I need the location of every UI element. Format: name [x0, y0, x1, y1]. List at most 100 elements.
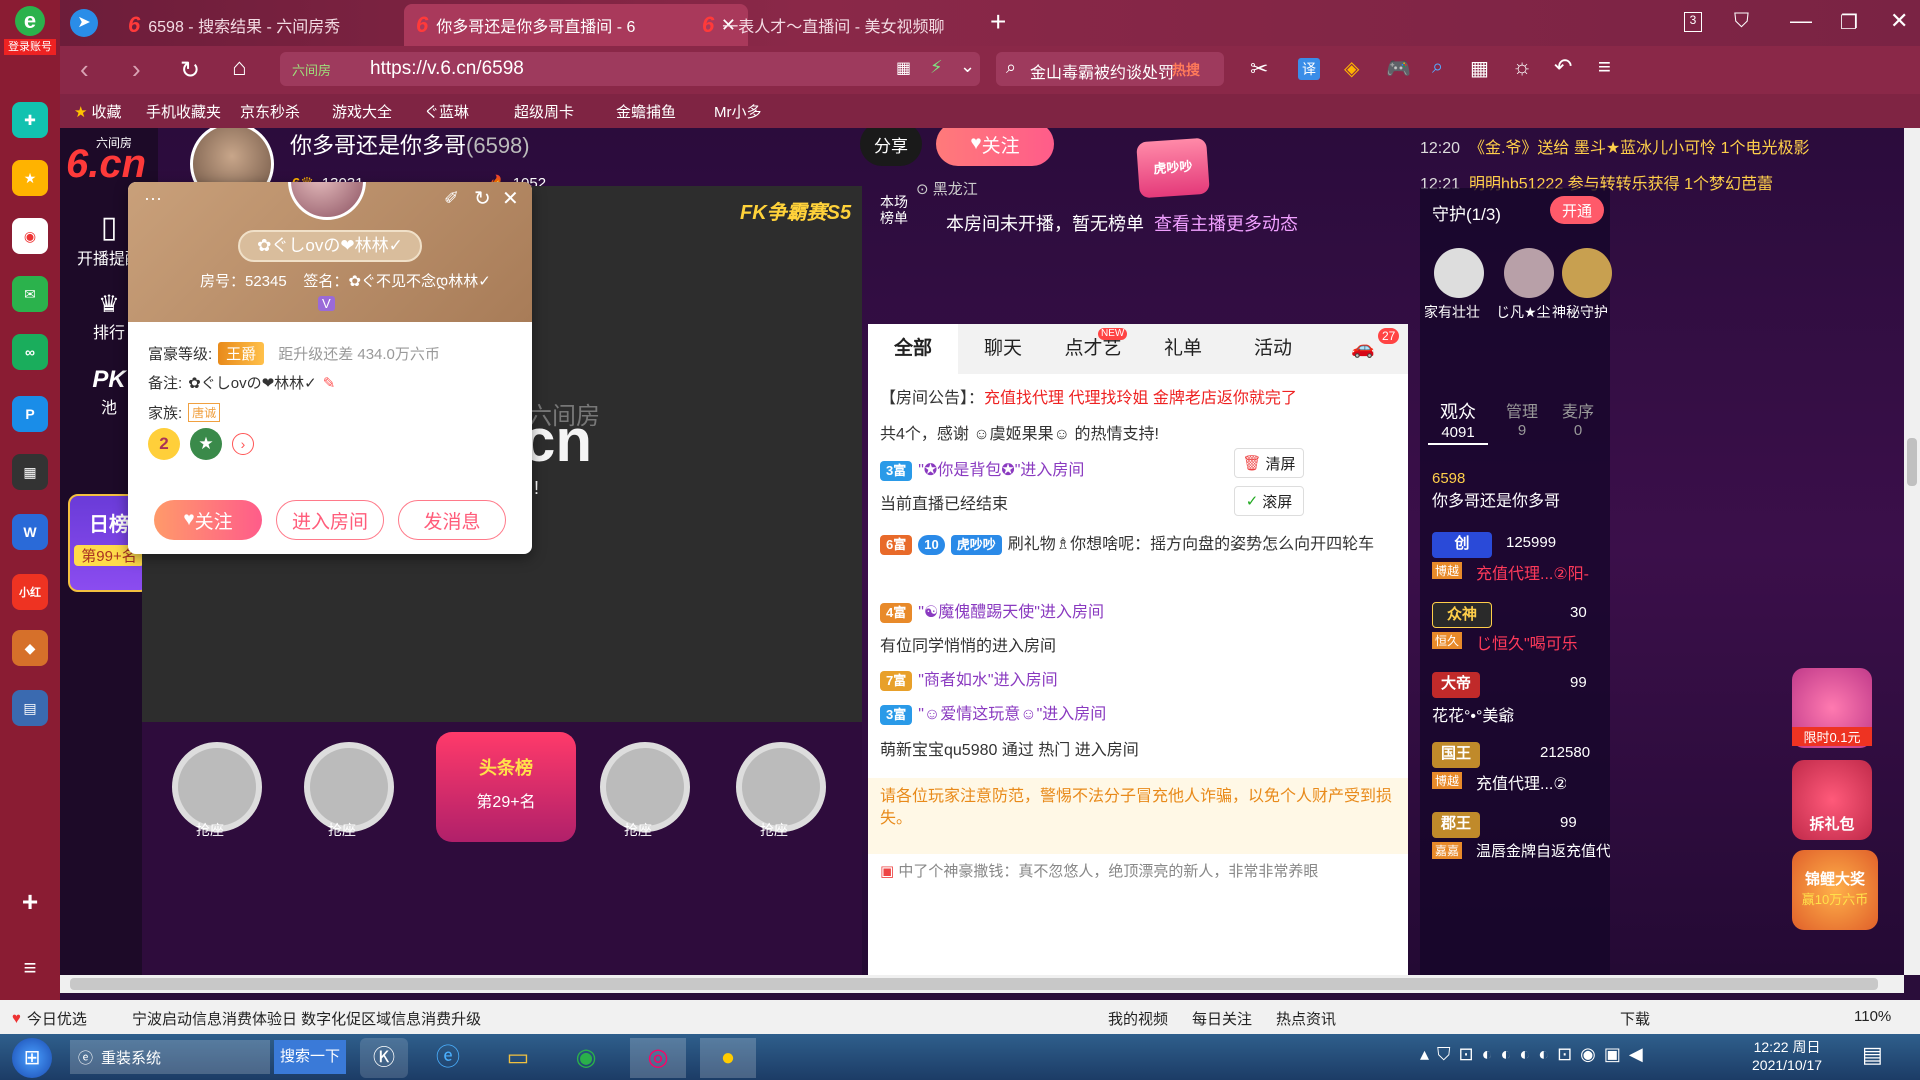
browser-menu-icon[interactable]: ≡: [1598, 54, 1611, 80]
search-input[interactable]: 金山毒霸被约谈处罚: [1030, 59, 1174, 83]
seat-3[interactable]: 抢座: [600, 742, 690, 838]
start-button[interactable]: ⊞: [12, 1038, 52, 1078]
system-tray-icons[interactable]: ▴⛉⊡◐◐◐◐⊡◉▣◀: [1420, 1044, 1651, 1065]
magic-wand-icon[interactable]: ✐: [444, 188, 459, 209]
family-badge[interactable]: 唐诚: [188, 403, 221, 422]
undo-icon[interactable]: ↶: [1554, 54, 1572, 80]
daily-follow-link[interactable]: 每日关注: [1192, 1008, 1252, 1029]
daily-pick[interactable]: ♥ 今日优选: [12, 1008, 87, 1029]
p-app-icon[interactable]: P: [12, 396, 48, 432]
translate-icon[interactable]: 译: [1298, 58, 1320, 80]
bookmark-fishing[interactable]: 金蟾捕鱼: [616, 101, 676, 122]
clock[interactable]: 12:22 周日 2021/10/17: [1752, 1038, 1822, 1074]
scroll-thumb[interactable]: [70, 978, 1878, 990]
url-field[interactable]: 六间房 https://v.6.cn/6598 ▦ ⚡ ⌄: [280, 52, 980, 86]
reload-icon[interactable]: ↻: [180, 56, 200, 85]
magnify-icon[interactable]: ⌕: [1432, 56, 1443, 79]
horizontal-scrollbar[interactable]: [60, 975, 1904, 993]
chick-app-icon[interactable]: ●: [700, 1038, 756, 1078]
cloud-app-icon[interactable]: ∞: [12, 334, 48, 370]
grid-icon[interactable]: ▦: [896, 58, 911, 78]
xiaohongshu-icon[interactable]: 小红: [12, 574, 48, 610]
streamer-badge[interactable]: 虎吵吵: [1136, 137, 1210, 199]
star-app-icon[interactable]: ★: [12, 160, 48, 196]
audience-item[interactable]: 6598 你多哥还是你多哥: [1432, 470, 1560, 511]
promo-koi[interactable]: 锦鲤大奖 赢10万六币: [1792, 850, 1878, 930]
zoom-level[interactable]: 110%: [1854, 1008, 1891, 1025]
chevron-right-icon[interactable]: ›: [232, 433, 254, 455]
promo-limited[interactable]: 限时0.1元: [1792, 668, 1872, 748]
taskbar-app[interactable]: ⓔ 重装系统: [70, 1040, 270, 1074]
bookmark-mobile[interactable]: 手机收藏夹: [146, 101, 221, 122]
tab-mic-queue[interactable]: 麦序 0: [1548, 398, 1608, 439]
guard-avatar-3[interactable]: [1562, 248, 1612, 298]
tab-admins[interactable]: 管理 9: [1492, 398, 1552, 439]
clear-screen-button[interactable]: 🗑 清屏: [1234, 448, 1304, 478]
send-icon[interactable]: ➤: [70, 9, 98, 37]
tab-chat[interactable]: 聊天: [958, 324, 1048, 374]
url-text[interactable]: https://v.6.cn/6598: [370, 58, 524, 80]
mail-icon[interactable]: ✉: [12, 276, 48, 312]
edit-icon[interactable]: ✎: [323, 374, 336, 392]
news-ticker[interactable]: 宁波启动信息消费体验日 数字化促区域信息消费升级: [132, 1008, 481, 1029]
bookmark-weekcard[interactable]: 超级周卡: [514, 101, 574, 122]
tab-other[interactable]: 6 一表人才～直播间 - 美女视频聊: [690, 4, 1020, 46]
browser-taskbar-icon[interactable]: ◉: [562, 1038, 610, 1078]
apps-icon[interactable]: ▦: [1470, 56, 1489, 81]
seat-1[interactable]: 抢座: [172, 742, 262, 838]
follow-button[interactable]: ♥ 关注: [936, 128, 1054, 166]
vertical-scrollbar[interactable]: [1904, 128, 1920, 975]
my-video-link[interactable]: 我的视频: [1108, 1008, 1168, 1029]
ranking-tab[interactable]: 本场 榜单: [880, 194, 908, 226]
home-icon[interactable]: ⌂: [232, 54, 247, 82]
tab-count[interactable]: 3: [1684, 12, 1702, 32]
new-tab-button[interactable]: +: [990, 6, 1006, 38]
treasure-app-icon[interactable]: ◆: [12, 630, 48, 666]
tab-activity[interactable]: 活动: [1228, 324, 1318, 374]
city-app-icon[interactable]: ▤: [12, 690, 48, 726]
colorful-app-icon[interactable]: ◎: [630, 1038, 686, 1078]
folder-icon[interactable]: ▭: [494, 1038, 542, 1078]
close-icon[interactable]: ✕: [502, 186, 519, 211]
guard-avatar-2[interactable]: [1504, 248, 1554, 298]
tab-talent[interactable]: 点才艺 NEW: [1048, 324, 1138, 374]
gamepad-icon[interactable]: 🎮: [1386, 56, 1411, 81]
coin-icon[interactable]: ◈: [1344, 56, 1359, 81]
back-icon[interactable]: ‹: [80, 54, 89, 85]
forward-icon[interactable]: ›: [132, 54, 141, 85]
weibo-icon[interactable]: ◉: [12, 218, 48, 254]
shirt-icon[interactable]: ⛉: [1734, 10, 1749, 33]
tab-all[interactable]: 全部: [868, 324, 958, 374]
taskbar-search-button[interactable]: 搜索一下: [274, 1040, 346, 1074]
bookmark-jd[interactable]: 京东秒杀: [240, 101, 300, 122]
auto-scroll-button[interactable]: ✓ 滚屏: [1234, 486, 1304, 516]
ie-taskbar-icon[interactable]: ⓔ: [424, 1038, 472, 1078]
hot-news-link[interactable]: 热点资讯: [1276, 1008, 1336, 1029]
plus-app-icon[interactable]: ✚: [12, 102, 48, 138]
enter-room-button[interactable]: 进入房间: [276, 500, 384, 540]
medal-green-icon[interactable]: ★: [190, 428, 222, 460]
ranking-link[interactable]: 查看主播更多动态: [1154, 214, 1298, 234]
word-app-icon[interactable]: W: [12, 514, 48, 550]
download-link[interactable]: 下载: [1620, 1008, 1650, 1029]
add-app-icon[interactable]: +: [12, 884, 48, 920]
bookmark-games[interactable]: 游戏大全: [332, 101, 392, 122]
menu-icon[interactable]: ≡: [12, 950, 48, 986]
scissors-icon[interactable]: ✂: [1250, 56, 1268, 82]
lightning-icon[interactable]: ⚡: [930, 57, 943, 78]
bookmark-favorites[interactable]: ★ 收藏: [74, 101, 121, 122]
game-app-icon[interactable]: ▦: [12, 454, 48, 490]
guard-avatar-1[interactable]: [1434, 248, 1484, 298]
send-message-button[interactable]: 发消息: [398, 500, 506, 540]
scroll-thumb[interactable]: [1907, 438, 1917, 486]
tab-gift-list[interactable]: 礼单: [1138, 324, 1228, 374]
k-app-icon[interactable]: Ⓚ: [360, 1038, 408, 1078]
login-label[interactable]: 登录账号: [4, 39, 56, 55]
tab-car[interactable]: 🚗 27: [1318, 324, 1408, 374]
headline-rank[interactable]: 头条榜 第29+名: [436, 732, 576, 842]
bookmark-mrxiaoduo[interactable]: Mr小多: [714, 101, 762, 122]
bookmark-lanlin[interactable]: ぐ蓝琳: [424, 101, 469, 122]
login-area[interactable]: e 登录账号: [4, 6, 56, 56]
restore-icon[interactable]: ❐: [1840, 10, 1858, 35]
chevron-down-icon[interactable]: ⌄: [960, 56, 975, 77]
